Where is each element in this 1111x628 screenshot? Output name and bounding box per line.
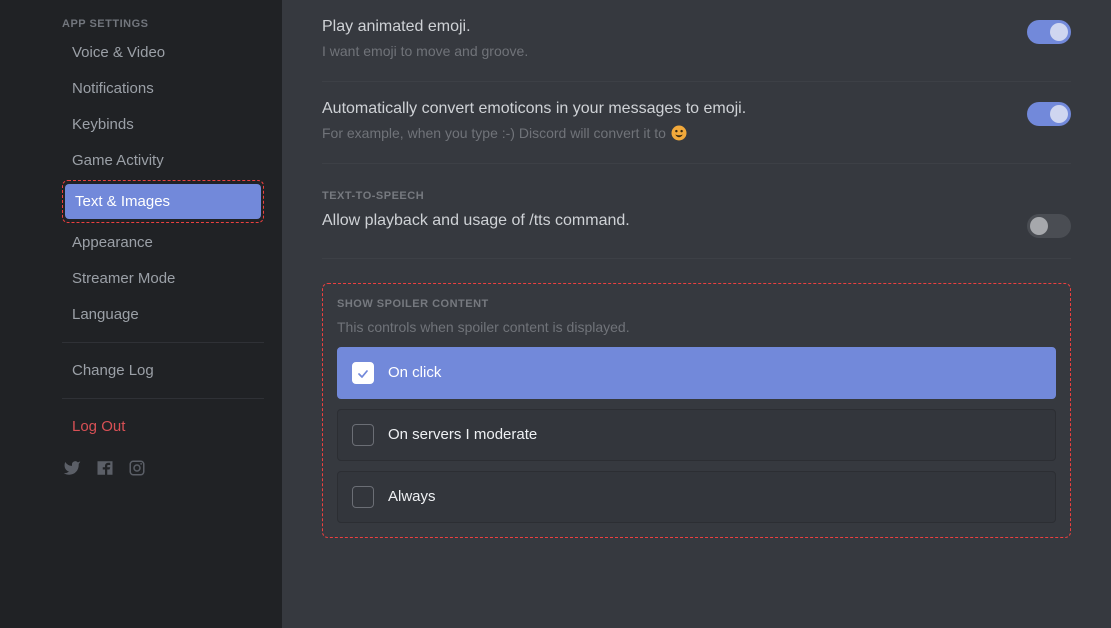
sidebar-highlight: Text & Images <box>62 180 264 223</box>
sidebar-item-language[interactable]: Language <box>62 297 264 332</box>
checkbox-icon <box>352 486 374 508</box>
sidebar-divider <box>62 398 264 399</box>
sidebar-item-log-out[interactable]: Log Out <box>62 409 264 444</box>
sidebar-item-voice-video[interactable]: Voice & Video <box>62 35 264 70</box>
settings-sidebar: App Settings Voice & Video Notifications… <box>0 0 282 628</box>
twitter-icon[interactable] <box>62 459 82 482</box>
setting-convert-emoticons: Automatically convert emoticons in your … <box>322 82 1071 143</box>
smile-emoji-icon <box>670 124 688 142</box>
spoiler-option-servers-moderate[interactable]: On servers I moderate <box>337 409 1056 461</box>
social-links <box>62 445 264 482</box>
setting-desc: I want emoji to move and groove. <box>322 42 1003 61</box>
setting-desc-text: For example, when you type :-) Discord w… <box>322 125 670 141</box>
option-label: On servers I moderate <box>388 426 537 443</box>
setting-desc: For example, when you type :-) Discord w… <box>322 124 1003 143</box>
facebook-icon[interactable] <box>96 459 114 482</box>
checkbox-icon <box>352 362 374 384</box>
checkbox-icon <box>352 424 374 446</box>
spoiler-card: Show Spoiler Content This controls when … <box>322 283 1071 538</box>
sidebar-item-change-log[interactable]: Change Log <box>62 353 264 388</box>
tts-header: Text-to-Speech <box>322 190 1071 202</box>
settings-main: Play animated emoji. I want emoji to mov… <box>282 0 1111 628</box>
setting-title: Play animated emoji. <box>322 18 1003 36</box>
setting-title: Allow playback and usage of /tts command… <box>322 212 1003 230</box>
setting-tts: Allow playback and usage of /tts command… <box>322 210 1071 238</box>
spoiler-header: Show Spoiler Content <box>337 298 1056 310</box>
toggle-tts[interactable] <box>1027 214 1071 238</box>
sidebar-divider <box>62 342 264 343</box>
spoiler-option-on-click[interactable]: On click <box>337 347 1056 399</box>
option-label: On click <box>388 364 441 381</box>
setting-title: Automatically convert emoticons in your … <box>322 100 1003 118</box>
toggle-animated-emoji[interactable] <box>1027 20 1071 44</box>
sidebar-item-text-images[interactable]: Text & Images <box>65 184 261 219</box>
sidebar-item-notifications[interactable]: Notifications <box>62 71 264 106</box>
sidebar-section-header: App Settings <box>62 12 264 34</box>
spoiler-desc: This controls when spoiler content is di… <box>337 318 1056 337</box>
spoiler-option-always[interactable]: Always <box>337 471 1056 523</box>
sidebar-item-keybinds[interactable]: Keybinds <box>62 107 264 142</box>
sidebar-item-appearance[interactable]: Appearance <box>62 225 264 260</box>
option-label: Always <box>388 488 436 505</box>
setting-divider <box>322 163 1071 164</box>
instagram-icon[interactable] <box>128 459 146 482</box>
setting-divider <box>322 258 1071 259</box>
toggle-convert-emoticons[interactable] <box>1027 102 1071 126</box>
setting-animated-emoji: Play animated emoji. I want emoji to mov… <box>322 0 1071 61</box>
sidebar-item-game-activity[interactable]: Game Activity <box>62 143 264 178</box>
sidebar-item-streamer-mode[interactable]: Streamer Mode <box>62 261 264 296</box>
